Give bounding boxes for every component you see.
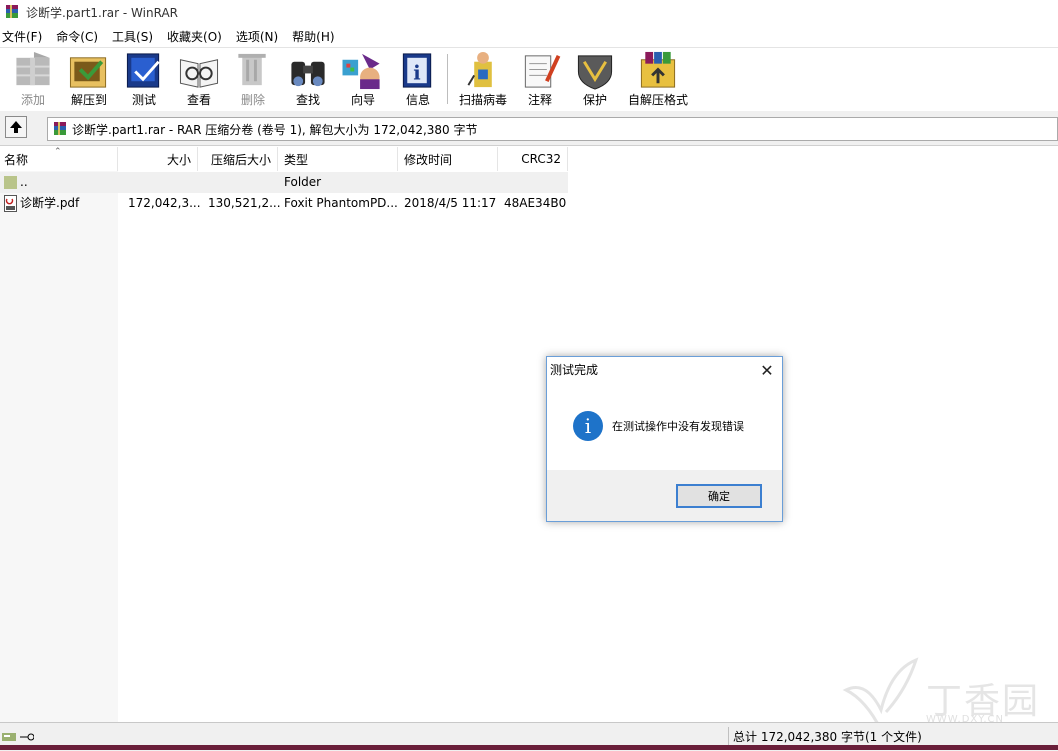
add-button[interactable]: 添加	[10, 50, 56, 108]
sfx-archive-icon	[640, 51, 676, 88]
comment-icon	[524, 55, 561, 88]
menu-commands[interactable]: 命令(C)	[56, 28, 98, 45]
up-arrow-icon	[10, 121, 22, 133]
delete-icon	[238, 53, 266, 86]
extract-to-button[interactable]: 解压到	[66, 50, 112, 108]
close-icon[interactable]: ✕	[757, 360, 777, 380]
shield-icon	[577, 55, 613, 90]
protect-button[interactable]: 保护	[572, 50, 618, 108]
archive-path-text: 诊断学.part1.rar - RAR 压缩分卷 (卷号 1), 解包大小为 1…	[72, 122, 478, 137]
file-list: 名称 ⌃ 大小 压缩后大小 类型 修改时间 CRC32 .. Folder 诊断…	[0, 147, 1058, 722]
title-bar: 诊断学.part1.rar - WinRAR	[0, 0, 1058, 24]
view-button[interactable]: 查看	[176, 50, 222, 108]
status-summary: 总计 172,042,380 字节(1 个文件)	[728, 727, 1054, 747]
column-header-size[interactable]: 大小	[118, 147, 198, 171]
wizard-button[interactable]: 向导	[340, 50, 386, 108]
wizard-icon	[342, 53, 380, 90]
table-row[interactable]: .. Folder	[0, 172, 568, 193]
archive-path-field[interactable]: 诊断学.part1.rar - RAR 压缩分卷 (卷号 1), 解包大小为 1…	[47, 117, 1058, 141]
view-icon	[179, 59, 219, 88]
dialog-footer: 确定	[547, 470, 782, 521]
column-header-modified[interactable]: 修改时间	[398, 147, 498, 171]
svg-text:i: i	[413, 61, 420, 84]
folder-icon	[4, 175, 18, 190]
test-icon	[126, 53, 160, 88]
find-button[interactable]: 查找	[285, 50, 331, 108]
key-icon	[20, 731, 35, 745]
toolbar: 添加 解压到 测试 查看 删除 查找 向导 i 信息 扫描病毒 注释 保护 自解…	[0, 47, 1058, 112]
delete-button[interactable]: 删除	[230, 50, 276, 108]
window-title: 诊断学.part1.rar - WinRAR	[26, 5, 178, 20]
up-folder-button[interactable]	[5, 116, 27, 138]
winrar-app-icon	[4, 4, 20, 20]
sort-ascending-icon: ⌃	[54, 147, 62, 157]
menu-help[interactable]: 帮助(H)	[292, 28, 334, 45]
binoculars-icon	[291, 61, 325, 87]
column-header-type[interactable]: 类型	[278, 147, 398, 171]
add-icon	[16, 51, 50, 86]
test-button[interactable]: 测试	[121, 50, 167, 108]
menu-favorites[interactable]: 收藏夹(O)	[167, 28, 222, 45]
dialog-message: 在测试操作中没有发现错误	[612, 420, 744, 433]
menu-bar: 文件(F) 命令(C) 工具(S) 收藏夹(O) 选项(N) 帮助(H)	[0, 26, 1058, 46]
pdf-file-icon	[4, 195, 17, 212]
column-header-name[interactable]: 名称 ⌃	[0, 147, 118, 171]
test-complete-dialog: 测试完成 ✕ i 在测试操作中没有发现错误 确定	[546, 356, 783, 522]
table-row[interactable]: 诊断学.pdf 172,042,3... 130,521,2... Foxit …	[0, 193, 568, 214]
archive-icon	[52, 121, 68, 137]
toolbar-separator	[447, 54, 448, 104]
drive-icon	[2, 731, 16, 745]
extract-icon	[69, 57, 107, 88]
dialog-title: 测试完成	[550, 363, 599, 377]
ok-button[interactable]: 确定	[676, 484, 762, 508]
virus-scan-icon	[467, 51, 492, 88]
comment-button[interactable]: 注释	[517, 50, 563, 108]
menu-options[interactable]: 选项(N)	[236, 28, 278, 45]
menu-file[interactable]: 文件(F)	[2, 28, 42, 45]
column-header-packed[interactable]: 压缩后大小	[198, 147, 278, 171]
info-button[interactable]: i 信息	[395, 50, 441, 108]
address-bar: 诊断学.part1.rar - RAR 压缩分卷 (卷号 1), 解包大小为 1…	[0, 111, 1058, 146]
info-icon: i	[573, 411, 603, 441]
column-header-crc[interactable]: CRC32	[498, 147, 568, 171]
menu-tools[interactable]: 工具(S)	[112, 28, 153, 45]
taskbar-strip	[0, 745, 1058, 750]
info-book-icon: i	[402, 53, 432, 88]
sfx-button[interactable]: 自解压格式	[628, 50, 688, 108]
scan-virus-button[interactable]: 扫描病毒	[459, 50, 507, 108]
name-column-background	[0, 171, 118, 722]
